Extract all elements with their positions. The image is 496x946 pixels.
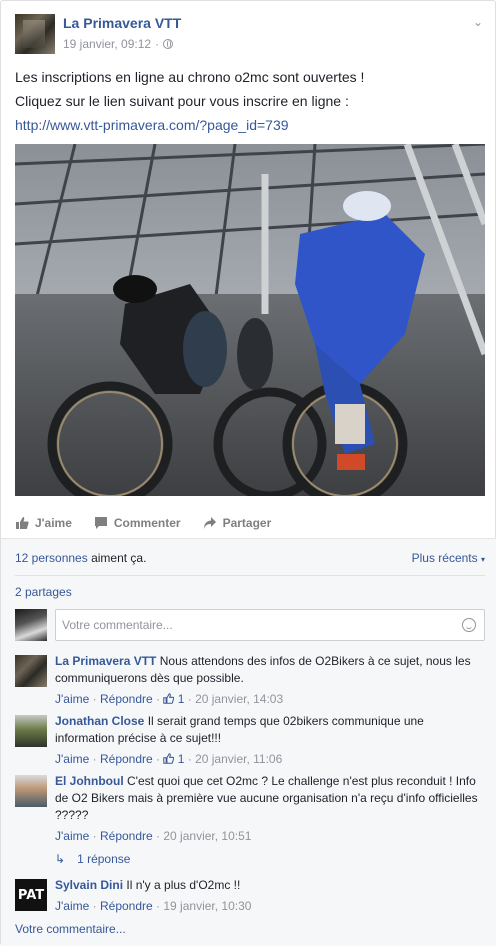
comment-meta: J'aime · Répondre · 19 janvier, 10:30 — [55, 899, 252, 913]
globe-icon — [163, 39, 174, 49]
comment-body: El Johnboul C'est quoi que cet O2mc ? Le… — [55, 773, 485, 845]
share-label: Partager — [222, 516, 272, 530]
comment-text: Il n'y a plus d'O2mc !! — [126, 878, 241, 892]
comment-author[interactable]: El Johnboul — [55, 774, 124, 788]
comment-author[interactable]: La Primavera VTT — [55, 654, 156, 668]
comment-like-link[interactable]: J'aime — [55, 829, 89, 843]
likes-text: aiment ça. — [87, 551, 147, 565]
comment-input-placeholder: Votre commentaire... — [62, 618, 173, 632]
avatar[interactable] — [15, 655, 47, 687]
comment-body: Sylvain Dini Il n'y a plus d'O2mc !! J'a… — [55, 877, 485, 915]
avatar[interactable] — [15, 775, 47, 807]
avatar[interactable]: PAT — [15, 879, 47, 911]
like-button[interactable]: J'aime — [15, 516, 72, 530]
comment-like-link[interactable]: J'aime — [55, 899, 89, 913]
sort-dropdown[interactable]: Plus récents ▾ — [412, 551, 485, 565]
like-count: 1 — [177, 752, 185, 766]
page-name-link[interactable]: La Primavera VTT — [63, 15, 181, 31]
share-icon — [203, 517, 216, 529]
comment-body: La Primavera VTT Nous attendons des info… — [55, 653, 485, 708]
avatar-logo-text: PAT — [17, 888, 45, 903]
comment-like-link[interactable]: J'aime — [55, 752, 89, 766]
comment-input[interactable]: Votre commentaire... — [55, 609, 485, 641]
post-actions: J'aime Commenter Partager — [15, 509, 485, 537]
page-avatar[interactable] — [15, 14, 55, 54]
comment-date[interactable]: 20 janvier, 10:51 — [163, 829, 251, 843]
view-replies-link[interactable]: ↳ 1 réponse — [55, 852, 130, 866]
write-comment-link[interactable]: Votre commentaire... — [15, 922, 126, 936]
current-user-avatar — [15, 609, 47, 641]
comment-button[interactable]: Commenter — [94, 516, 181, 530]
comment-label: Commenter — [113, 516, 181, 530]
comment-reply-link[interactable]: Répondre — [100, 752, 153, 766]
sort-label: Plus récents — [411, 551, 478, 565]
post-photo[interactable] — [15, 144, 485, 496]
divider — [15, 575, 485, 576]
share-button[interactable]: Partager — [203, 516, 272, 530]
post-text-line: Cliquez sur le lien suivant pour vous in… — [15, 93, 349, 109]
post-link[interactable]: http://www.vtt-primavera.com/?page_id=73… — [15, 117, 289, 133]
comment-meta: J'aime · Répondre · 1 · 20 janvier, 14:0… — [55, 692, 284, 706]
comment-meta: J'aime · Répondre · 1 · 20 janvier, 11:0… — [55, 752, 283, 766]
thumbs-up-icon — [163, 693, 175, 704]
comment-like-link[interactable]: J'aime — [55, 692, 89, 706]
likers-link[interactable]: 12 personnes — [15, 551, 88, 565]
comment-likes-count[interactable]: 1 — [163, 692, 184, 706]
like-count: 1 — [177, 692, 185, 706]
comment-reply-link[interactable]: Répondre — [100, 899, 153, 913]
post-timestamp[interactable]: 19 janvier, 09:12 — [63, 37, 151, 51]
comment-author[interactable]: Jonathan Close — [55, 714, 144, 728]
comments-section: 12 personnes aiment ça. Plus récents ▾ 2… — [1, 539, 496, 946]
comment-meta: J'aime · Répondre · 20 janvier, 10:51 — [55, 829, 252, 843]
like-label: J'aime — [35, 516, 72, 530]
thumbs-up-icon — [16, 517, 29, 529]
avatar[interactable] — [15, 715, 47, 747]
bike-race-photo — [15, 144, 485, 496]
emoji-icon[interactable] — [462, 618, 476, 632]
comment-composer: Votre commentaire... — [15, 609, 485, 641]
thumbs-up-icon — [163, 753, 175, 764]
comment-likes-count[interactable]: 1 — [163, 752, 184, 766]
shares-link[interactable]: 2 partages — [15, 585, 72, 599]
facebook-post: La Primavera VTT 19 janvier, 09:12 · ⌄ L… — [0, 0, 496, 946]
comment-date[interactable]: 19 janvier, 10:30 — [163, 899, 251, 913]
post-text-line: Les inscriptions en ligne au chrono o2mc… — [15, 69, 365, 85]
comment-reply-link[interactable]: Répondre — [100, 692, 153, 706]
chevron-down-icon[interactable]: ⌄ — [473, 15, 483, 29]
reply-arrow-icon: ↳ — [55, 852, 66, 866]
post-meta: 19 janvier, 09:12 · — [63, 37, 174, 51]
caret-down-icon: ▾ — [480, 555, 485, 564]
view-replies-label: 1 réponse — [77, 852, 131, 866]
comment-date[interactable]: 20 janvier, 11:06 — [195, 752, 282, 766]
comment-date[interactable]: 20 janvier, 14:03 — [195, 692, 283, 706]
post-text: Les inscriptions en ligne au chrono o2mc… — [15, 65, 485, 137]
comment-author[interactable]: Sylvain Dini — [55, 878, 123, 892]
comment-icon — [94, 517, 107, 529]
comment-body: Jonathan Close Il serait grand temps que… — [55, 713, 485, 768]
comment-reply-link[interactable]: Répondre — [100, 829, 153, 843]
